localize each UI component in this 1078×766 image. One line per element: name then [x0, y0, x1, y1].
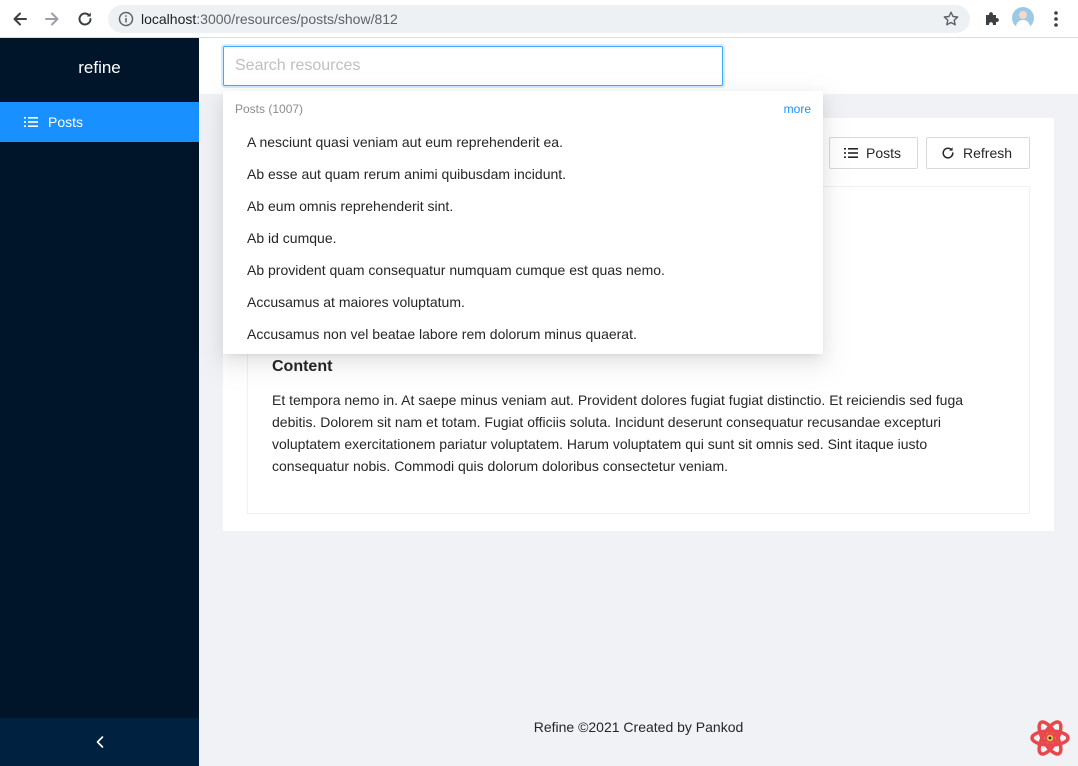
- more-vert-icon[interactable]: [1050, 10, 1062, 28]
- unordered-list-icon: [24, 115, 38, 129]
- refine-devtools-icon[interactable]: [1029, 717, 1071, 759]
- address-bar[interactable]: localhost:3000/resources/posts/show/812: [108, 5, 970, 33]
- more-link[interactable]: more: [784, 102, 811, 116]
- arrow-right-icon: [45, 12, 59, 26]
- forward-button[interactable]: [40, 7, 64, 31]
- footer-text: Refine ©2021 Created by Pankod: [533, 719, 744, 735]
- content-title: Content: [272, 358, 333, 375]
- search-results-list: A nesciunt quasi veniam aut eum reprehen…: [223, 126, 823, 350]
- search-result-item[interactable]: Ab esse aut quam rerum animi quibusdam i…: [223, 158, 823, 190]
- profile-avatar[interactable]: [1012, 7, 1034, 29]
- search-result-item[interactable]: Ab provident quam consequatur numquam cu…: [223, 254, 823, 286]
- search-result-item[interactable]: Accusamus at maiores voluptatum.: [223, 286, 823, 318]
- content-text: Et tempora nemo in. At saepe minus venia…: [272, 392, 964, 474]
- search-result-item[interactable]: Accusamus non vel beatae labore rem dolo…: [223, 318, 823, 350]
- results-group-label: Posts (1007): [235, 102, 304, 116]
- star-icon[interactable]: [942, 10, 960, 28]
- browser-toolbar: localhost:3000/resources/posts/show/812: [0, 0, 1078, 38]
- reload-button[interactable]: [73, 7, 97, 31]
- reload-icon: [78, 12, 92, 26]
- app-logo[interactable]: refine: [0, 58, 199, 78]
- search-input[interactable]: [223, 46, 723, 86]
- sidebar-item-posts[interactable]: Posts: [0, 102, 199, 142]
- refresh-button-label: Refresh: [963, 145, 1013, 161]
- extensions-icon[interactable]: [983, 9, 1001, 27]
- url-path: :3000/resources/posts/show/812: [196, 11, 398, 27]
- sidebar-collapse-trigger[interactable]: [0, 718, 199, 766]
- sidebar: refine Posts: [0, 38, 199, 766]
- url-text: localhost:3000/resources/posts/show/812: [141, 11, 398, 27]
- sidebar-item-label: Posts: [48, 114, 84, 130]
- search-result-item[interactable]: A nesciunt quasi veniam aut eum reprehen…: [223, 126, 823, 158]
- url-host: localhost: [141, 11, 197, 27]
- reload-icon: [942, 147, 954, 159]
- search-results-dropdown: Posts (1007) more A nesciunt quasi venia…: [223, 91, 823, 354]
- posts-list-button-label: Posts: [866, 145, 902, 161]
- info-icon: [118, 11, 134, 27]
- search-result-item[interactable]: Ab id cumque.: [223, 222, 823, 254]
- arrow-left-icon: [13, 12, 27, 26]
- posts-list-button[interactable]: Posts: [829, 137, 918, 169]
- chevron-left-icon: [96, 736, 103, 748]
- refresh-button[interactable]: Refresh: [926, 137, 1030, 169]
- search-result-item[interactable]: Ab eum omnis reprehenderit sint.: [223, 190, 823, 222]
- unordered-list-icon: [844, 148, 858, 158]
- back-button[interactable]: [8, 7, 32, 31]
